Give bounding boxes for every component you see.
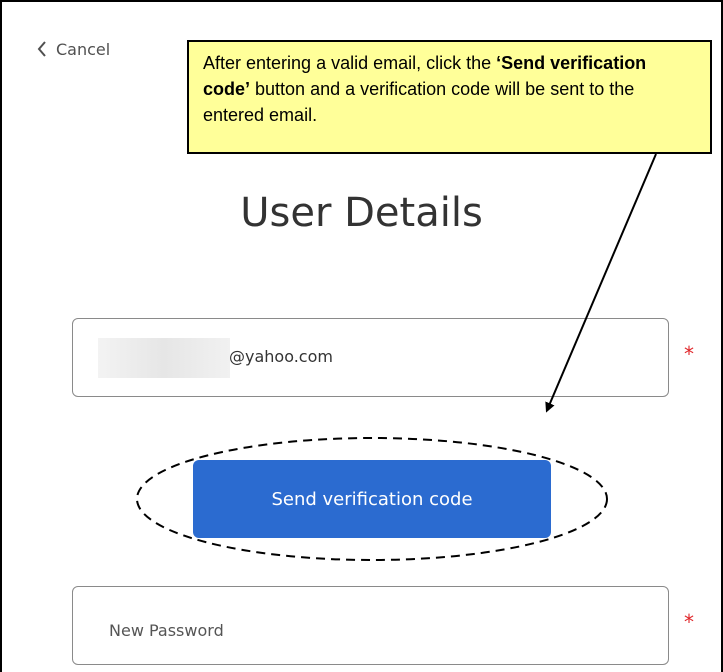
new-password-field[interactable]: New Password [72,586,669,665]
page-title: User Details [240,190,483,236]
callout-text-end: button and a verification code will be s… [203,79,635,125]
cancel-link[interactable]: Cancel [36,36,110,62]
chevron-left-icon [36,40,48,58]
instruction-callout: After entering a valid email, click the … [187,40,712,154]
send-verification-code-button[interactable]: Send verification code [193,460,551,538]
cancel-label: Cancel [56,39,111,59]
email-value: @yahoo.com [229,347,333,366]
email-field[interactable]: @yahoo.com [72,318,669,397]
password-required-marker: * [684,610,694,634]
email-required-marker: * [684,342,694,366]
redacted-email-prefix [98,338,230,378]
new-password-placeholder: New Password [109,621,224,640]
callout-text-start: After entering a valid email, click the [203,53,497,73]
